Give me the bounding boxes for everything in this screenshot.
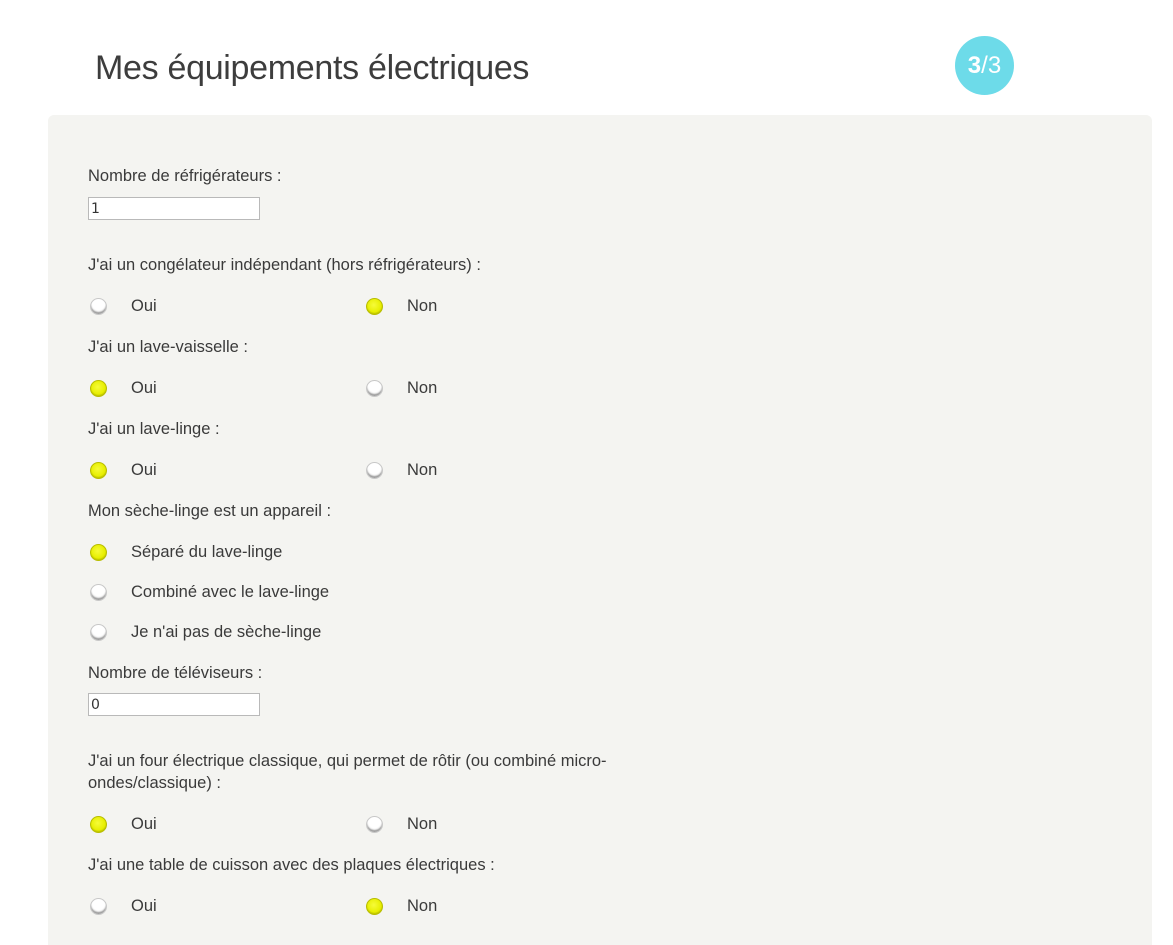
dryer-combined-label: Combiné avec le lave-linge — [131, 583, 330, 601]
dishwasher-label: J'ai un lave-vaisselle : — [88, 338, 248, 356]
form-panel — [48, 115, 1152, 945]
dishwasher-yes-radio[interactable] — [90, 379, 107, 397]
oven-no-label: Non — [407, 815, 438, 833]
dryer-option-separate[interactable]: Séparé du lave-linge — [90, 541, 282, 563]
dishwasher-no-radio[interactable] — [366, 379, 383, 397]
dishwasher-yes-label: Oui — [131, 379, 157, 397]
cooktop-no-label: Non — [407, 897, 438, 915]
freezer-label: J'ai un congélateur indépendant (hors ré… — [88, 256, 481, 274]
dishwasher-no-option[interactable]: Non — [366, 377, 437, 399]
washer-no-radio[interactable] — [366, 461, 383, 479]
fridges-count-input[interactable] — [88, 197, 260, 220]
cooktop-no-radio[interactable] — [366, 897, 383, 915]
step-indicator-badge: 3/3 — [955, 36, 1014, 95]
oven-no-radio[interactable] — [366, 815, 383, 833]
oven-label: J'ai un four électrique classique, qui p… — [88, 752, 607, 792]
step-current: 3 — [967, 51, 982, 79]
dryer-separate-radio[interactable] — [90, 543, 107, 561]
washer-no-option[interactable]: Non — [366, 459, 437, 481]
washer-no-label: Non — [407, 461, 438, 479]
fridges-label: Nombre de réfrigérateurs : — [88, 167, 282, 185]
dryer-option-combined[interactable]: Combiné avec le lave-linge — [90, 581, 329, 603]
freezer-no-label: Non — [407, 297, 438, 315]
washer-yes-label: Oui — [131, 461, 157, 479]
tvs-count-input[interactable] — [88, 693, 260, 716]
dryer-separate-label: Séparé du lave-linge — [131, 543, 283, 561]
cooktop-label: J'ai une table de cuisson avec des plaqu… — [88, 856, 495, 874]
washer-label: J'ai un lave-linge : — [88, 420, 220, 438]
dryer-option-none[interactable]: Je n'ai pas de sèche-linge — [90, 621, 321, 643]
dishwasher-no-label: Non — [407, 379, 438, 397]
cooktop-no-option[interactable]: Non — [366, 895, 437, 917]
dishwasher-yes-option[interactable]: Oui — [90, 377, 157, 399]
step-separator: / — [981, 51, 988, 79]
freezer-yes-label: Oui — [131, 297, 157, 315]
freezer-no-option[interactable]: Non — [366, 295, 437, 317]
oven-yes-label: Oui — [131, 815, 157, 833]
oven-no-option[interactable]: Non — [366, 813, 437, 835]
cooktop-yes-label: Oui — [131, 897, 157, 915]
dryer-combined-radio[interactable] — [90, 583, 107, 601]
tvs-label: Nombre de téléviseurs : — [88, 664, 263, 682]
washer-yes-option[interactable]: Oui — [90, 459, 157, 481]
freezer-no-radio[interactable] — [366, 297, 383, 315]
freezer-yes-option[interactable]: Oui — [90, 295, 157, 317]
step-total: 3 — [987, 51, 1002, 79]
cooktop-yes-option[interactable]: Oui — [90, 895, 157, 917]
washer-yes-radio[interactable] — [90, 461, 107, 479]
oven-yes-option[interactable]: Oui — [90, 813, 157, 835]
page-title: Mes équipements électriques — [95, 49, 530, 87]
oven-yes-radio[interactable] — [90, 815, 107, 833]
dryer-label: Mon sèche-linge est un appareil : — [88, 502, 332, 520]
cooktop-yes-radio[interactable] — [90, 897, 107, 915]
dryer-none-label: Je n'ai pas de sèche-linge — [131, 623, 322, 641]
dryer-none-radio[interactable] — [90, 623, 107, 641]
freezer-yes-radio[interactable] — [90, 297, 107, 315]
